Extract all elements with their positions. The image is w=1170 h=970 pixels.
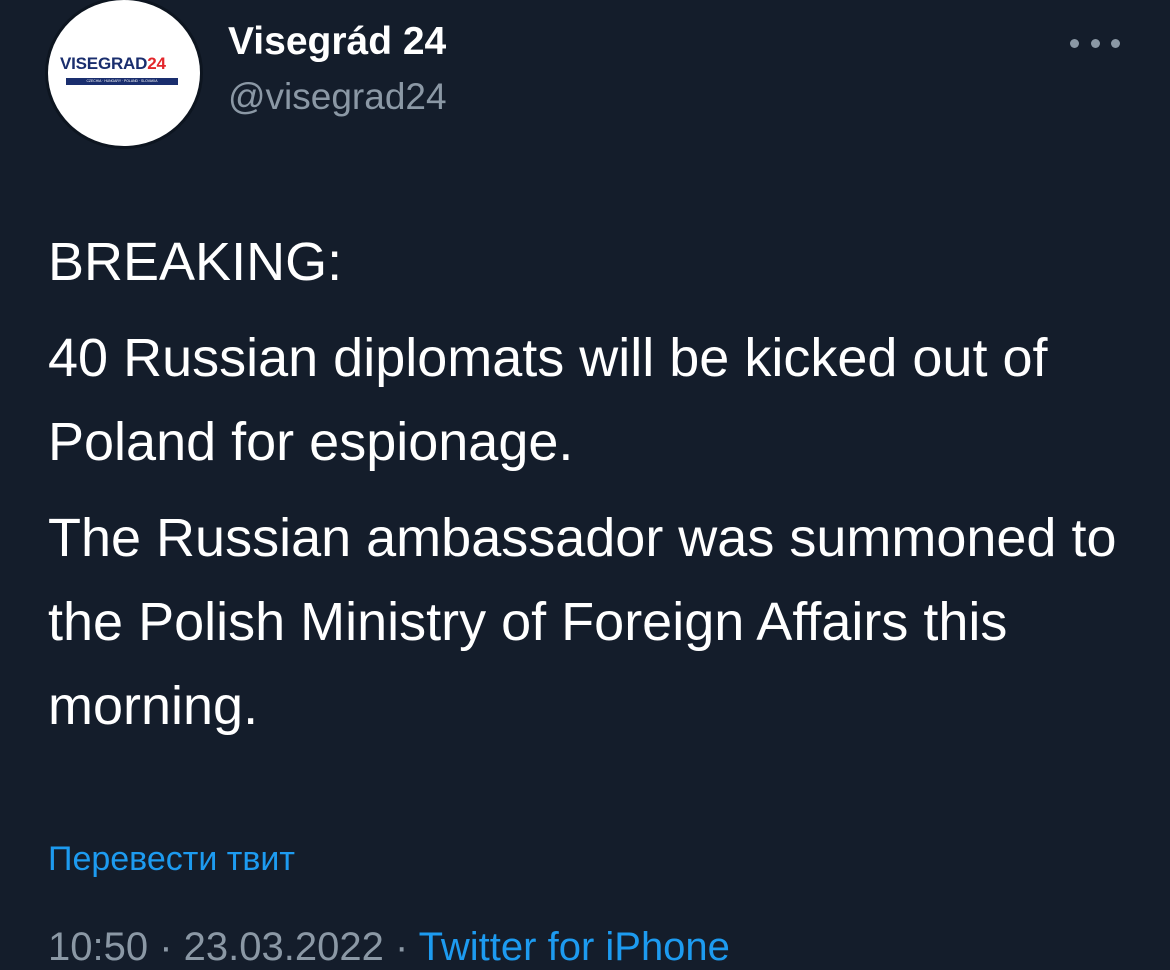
avatar[interactable]: VISEGRAD24 CZECHIA · HUNGARY · POLAND · … [48, 0, 200, 146]
avatar-logo-text: VISEGRAD24 [60, 54, 166, 74]
tweet-paragraph: 40 Russian diplomats will be kicked out … [48, 328, 1048, 472]
avatar-logo-number: 24 [147, 54, 166, 73]
tweet-meta: 10:50 · 23.03.2022 · Twitter for iPhone [48, 925, 730, 970]
tweet-paragraph: The Russian ambassador was summoned to t… [48, 508, 1117, 736]
more-dot [1070, 38, 1079, 48]
tweet-card: VISEGRAD24 CZECHIA · HUNGARY · POLAND · … [0, 0, 1170, 969]
more-dot [1090, 38, 1100, 48]
tweet-source-link[interactable]: Twitter for iPhone [419, 925, 730, 969]
tweet-text: BREAKING: 40 Russian diplomats will be k… [48, 220, 1128, 760]
translate-tweet-link[interactable]: Перевести твит [48, 840, 295, 879]
more-dot [1111, 38, 1120, 48]
avatar-logo-strip: CZECHIA · HUNGARY · POLAND · SLOVAKIA [66, 78, 178, 85]
tweet-paragraph: BREAKING: [48, 232, 343, 292]
author-handle[interactable]: @visegrad24 [228, 76, 447, 118]
avatar-logo-word: VISEGRAD [60, 54, 148, 73]
tweet-timestamp[interactable]: 10:50 · 23.03.2022 · [48, 925, 419, 969]
author-display-name[interactable]: Visegrád 24 [228, 20, 446, 64]
more-options-icon[interactable] [1070, 30, 1120, 56]
